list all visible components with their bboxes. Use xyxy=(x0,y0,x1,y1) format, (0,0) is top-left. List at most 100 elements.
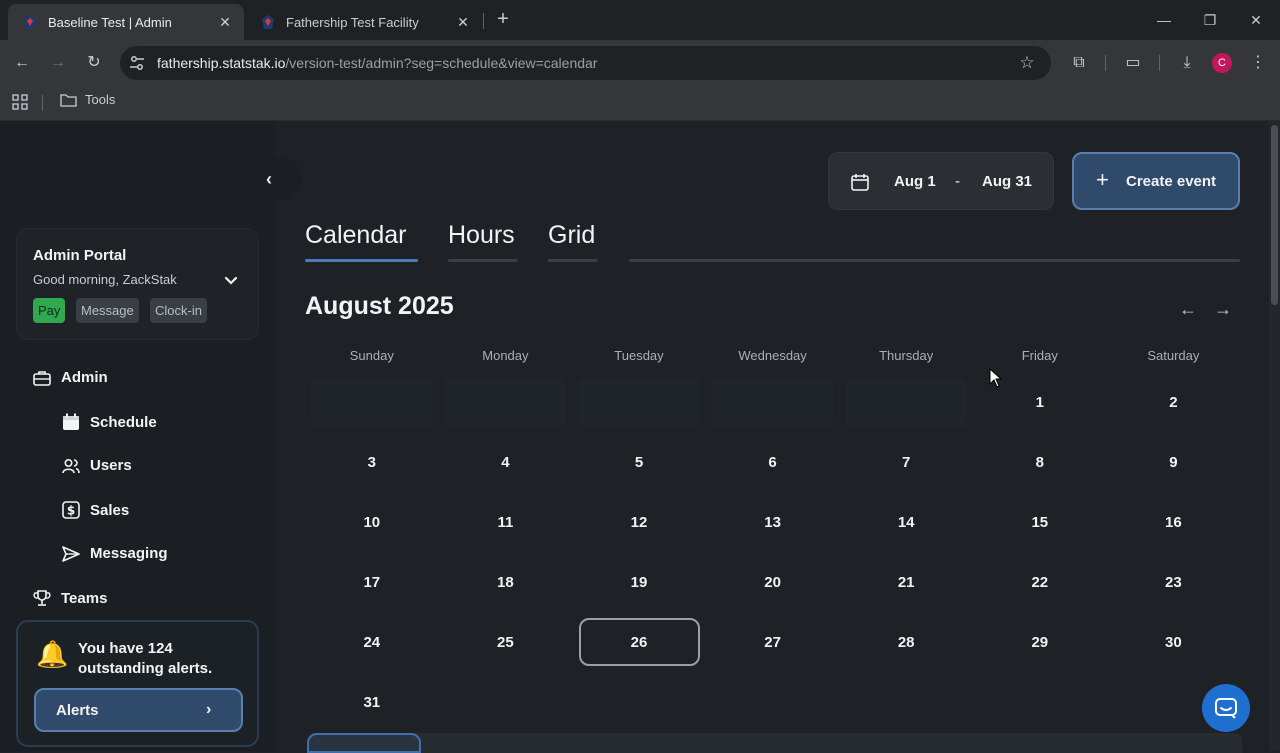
weekday-header: Sunday xyxy=(349,348,394,363)
window-close-icon[interactable]: ✕ xyxy=(1244,8,1268,32)
bottom-panel-tab[interactable] xyxy=(307,733,421,753)
calendar-day[interactable]: 27 xyxy=(712,618,833,666)
apps-grid-icon[interactable] xyxy=(12,94,28,110)
calendar-day[interactable]: 2 xyxy=(1113,378,1234,426)
browser-tab-facility[interactable]: Fathership Test Facility ✕ xyxy=(246,4,482,40)
chevron-left-icon: ‹ xyxy=(266,168,272,189)
calendar-day[interactable]: 31 xyxy=(311,678,432,726)
send-icon xyxy=(62,545,80,562)
calendar-day[interactable]: 13 xyxy=(712,498,833,546)
tabs-divider xyxy=(629,259,1240,262)
calendar-day[interactable]: 21 xyxy=(846,558,967,606)
calendar-day[interactable]: 12 xyxy=(579,498,700,546)
dollar-icon: $ xyxy=(62,501,80,519)
tab-divider xyxy=(483,13,484,29)
tab-hours-underline xyxy=(448,259,518,262)
calendar-day[interactable]: 6 xyxy=(712,438,833,486)
calendar-day[interactable]: 11 xyxy=(445,498,566,546)
users-icon xyxy=(62,458,80,473)
calendar-day[interactable]: 30 xyxy=(1113,618,1234,666)
new-tab-icon[interactable]: + xyxy=(491,8,515,32)
calendar-day[interactable]: 14 xyxy=(846,498,967,546)
bookmark-divider xyxy=(42,95,43,111)
next-month-arrow-icon[interactable]: → xyxy=(1213,299,1233,319)
bookmark-star-icon[interactable]: ☆ xyxy=(1017,53,1037,73)
back-icon[interactable]: ← xyxy=(10,51,34,75)
svg-text:$: $ xyxy=(67,504,75,518)
sidebar-item-users[interactable]: Users xyxy=(62,457,132,474)
tab-calendar[interactable]: Calendar xyxy=(305,221,406,250)
restore-icon[interactable]: ❐ xyxy=(1198,8,1222,32)
pay-button[interactable]: Pay xyxy=(33,298,66,323)
clock-in-button[interactable]: Clock-in xyxy=(150,298,207,323)
bookmark-folder-tools[interactable]: Tools xyxy=(60,92,115,107)
calendar-day[interactable]: 23 xyxy=(1113,558,1234,606)
close-tab-icon[interactable]: ✕ xyxy=(216,13,234,31)
browser-tab-admin[interactable]: Baseline Test | Admin ✕ xyxy=(8,4,244,40)
tab-title: Fathership Test Facility xyxy=(286,14,419,30)
alerts-message: You have 124 outstanding alerts. xyxy=(78,640,213,677)
sidebar-item-admin[interactable]: Admin xyxy=(33,369,108,386)
calendar-day[interactable]: 29 xyxy=(979,618,1100,666)
calendar-day[interactable]: 18 xyxy=(445,558,566,606)
close-tab-icon[interactable]: ✕ xyxy=(454,13,472,31)
message-button[interactable]: Message xyxy=(76,298,139,323)
calendar-day[interactable]: 15 xyxy=(979,498,1100,546)
site-favicon-icon xyxy=(260,14,276,30)
tab-grid[interactable]: Grid xyxy=(548,221,595,250)
tab-calendar-underline xyxy=(305,259,418,262)
alerts-button[interactable]: Alerts › xyxy=(34,688,243,732)
menu-kebab-icon[interactable]: ⋮ xyxy=(1247,52,1269,74)
site-settings-icon[interactable] xyxy=(128,54,146,72)
tab-hours[interactable]: Hours xyxy=(448,221,515,250)
reload-icon[interactable]: ↻ xyxy=(82,51,106,75)
briefcase-icon xyxy=(33,370,51,386)
url-path: /version-test/admin?seg=schedule&view=ca… xyxy=(285,55,598,71)
cast-search-icon[interactable]: ▭ xyxy=(1122,52,1144,74)
calendar-day[interactable]: 28 xyxy=(846,618,967,666)
sidebar-item-messaging[interactable]: Messaging xyxy=(62,545,168,562)
calendar-day[interactable]: 4 xyxy=(445,438,566,486)
browser-toolbar: ← → ↻ fathership.statstak.io/version-tes… xyxy=(0,40,1280,86)
calendar-day[interactable]: 19 xyxy=(579,558,700,606)
forward-icon[interactable]: → xyxy=(46,51,70,75)
calendar-day[interactable]: 17 xyxy=(311,558,432,606)
prev-month-arrow-icon[interactable]: ← xyxy=(1178,299,1198,319)
profile-avatar[interactable]: C xyxy=(1212,53,1232,73)
address-bar[interactable]: fathership.statstak.io/version-test/admi… xyxy=(120,46,1051,80)
extensions-icon[interactable]: ⧉ xyxy=(1068,52,1090,74)
mouse-cursor-icon xyxy=(989,368,1003,388)
calendar-day[interactable]: 8 xyxy=(979,438,1100,486)
calendar-day-today[interactable]: 26 xyxy=(578,618,700,666)
minimize-icon[interactable]: — xyxy=(1152,8,1176,32)
toolbar-divider xyxy=(1159,55,1160,71)
chat-launcher-button[interactable] xyxy=(1202,684,1250,732)
calendar-day[interactable]: 22 xyxy=(979,558,1100,606)
download-icon[interactable]: ⤓ xyxy=(1176,52,1198,74)
sidebar-item-schedule[interactable]: Schedule xyxy=(62,413,157,431)
calendar-day[interactable]: 20 xyxy=(712,558,833,606)
trophy-icon xyxy=(33,590,51,606)
alerts-button-label: Alerts xyxy=(56,702,99,719)
calendar-day[interactable]: 9 xyxy=(1113,438,1234,486)
page-scrollbar[interactable] xyxy=(1269,121,1280,751)
calendar-day[interactable]: 3 xyxy=(311,438,432,486)
plus-icon: + xyxy=(1096,167,1109,192)
calendar-day[interactable]: 10 xyxy=(311,498,432,546)
calendar-day[interactable]: 16 xyxy=(1113,498,1234,546)
calendar-day[interactable]: 5 xyxy=(579,438,700,486)
sidebar-item-teams[interactable]: Teams xyxy=(33,589,107,607)
empty-day-cell xyxy=(845,378,967,426)
sidebar-item-sales[interactable]: $ Sales xyxy=(62,501,129,519)
date-range-picker[interactable]: Aug 1 - Aug 31 xyxy=(828,152,1054,210)
calendar-day[interactable]: 24 xyxy=(311,618,432,666)
chevron-right-icon: › xyxy=(206,701,212,718)
create-event-button[interactable]: + Create event xyxy=(1072,152,1240,210)
calendar-day[interactable]: 7 xyxy=(846,438,967,486)
scrollbar-thumb[interactable] xyxy=(1271,125,1278,305)
chevron-down-icon[interactable] xyxy=(223,273,239,289)
calendar-day[interactable]: 25 xyxy=(445,618,566,666)
tab-grid-underline xyxy=(548,259,598,262)
empty-day-cell xyxy=(311,378,433,426)
collapse-sidebar-button[interactable]: ‹ xyxy=(256,157,302,201)
